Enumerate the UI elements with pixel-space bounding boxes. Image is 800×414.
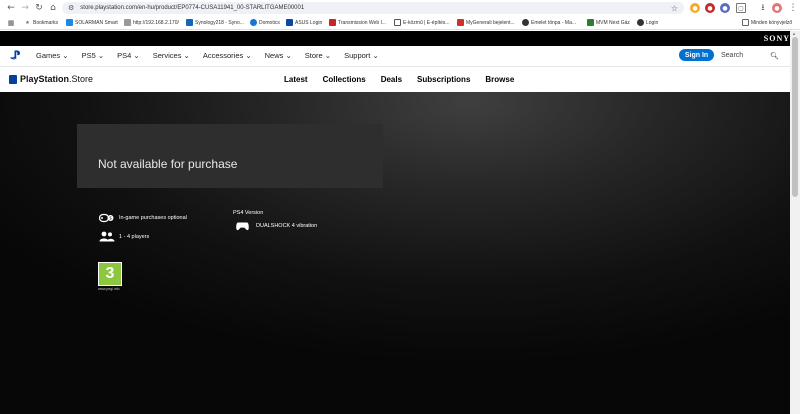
profile-avatar[interactable]: ●	[772, 3, 782, 13]
chevron-down-icon: ⌄	[283, 51, 292, 60]
nav-ps5[interactable]: PS5 ⌄	[82, 51, 105, 60]
bookmark-item[interactable]: ★ Bookmarks	[24, 19, 58, 26]
playstation-logo-icon[interactable]	[10, 50, 22, 60]
apps-grid-icon[interactable]: ▦	[4, 16, 18, 30]
pegi-rating: 3 www.pegi.info	[98, 262, 122, 292]
chevron-down-icon: ⌄	[95, 51, 105, 60]
nav-accessories[interactable]: Accessories ⌄	[203, 51, 252, 60]
download-icon[interactable]: ⭳	[756, 1, 770, 15]
bookmark-favicon	[124, 19, 131, 26]
bookmark-favicon	[394, 19, 401, 26]
search-input[interactable]: Search 🔍︎	[721, 50, 779, 61]
feature-players: 1 - 4 players	[99, 231, 149, 242]
chevron-down-icon: ⌄	[243, 51, 252, 60]
bookmark-item[interactable]: Domotics	[250, 19, 280, 26]
bookmark-item[interactable]: Transmission Web I...	[329, 19, 386, 26]
pegi-rating-badge: 3	[98, 262, 122, 286]
extensions-puzzle-icon[interactable]: ▢	[736, 3, 746, 13]
nav-services[interactable]: Services ⌄	[153, 51, 190, 60]
store-nav: PlayStation .Store Latest Collections Dea…	[0, 66, 790, 92]
in-game-purchases-icon: $	[99, 213, 114, 223]
chevron-down-icon: ⌄	[370, 51, 379, 60]
store-link-subscriptions[interactable]: Subscriptions	[417, 75, 470, 84]
nav-news[interactable]: News ⌄	[265, 51, 292, 60]
store-bag-icon	[9, 74, 17, 84]
svg-text:$: $	[109, 216, 112, 222]
bookmark-star-icon[interactable]: ☆	[671, 4, 678, 13]
menu-kebab-icon[interactable]: ⋮	[786, 1, 800, 15]
url-text: store.playstation.com/en-hu/product/EP07…	[80, 5, 305, 11]
nav-games[interactable]: Games ⌄	[36, 51, 69, 60]
store-link-latest[interactable]: Latest	[284, 75, 308, 84]
sony-logo[interactable]: SONY	[764, 34, 790, 43]
extension-icon[interactable]: ●	[690, 3, 700, 13]
address-bar[interactable]: ⚙ store.playstation.com/en-hu/product/EP…	[62, 2, 684, 14]
bookmark-item[interactable]: MyGenerali bejelent...	[457, 19, 515, 26]
folder-icon	[742, 19, 749, 26]
chevron-down-icon: ⌄	[322, 51, 332, 60]
pegi-site: www.pegi.info	[98, 287, 120, 291]
bookmark-favicon	[457, 19, 464, 26]
extension-icon[interactable]: ●	[720, 3, 730, 13]
store-link-deals[interactable]: Deals	[381, 75, 402, 84]
nav-store[interactable]: Store ⌄	[305, 51, 331, 60]
back-icon[interactable]: ←	[4, 1, 18, 15]
bookmark-favicon	[637, 19, 644, 26]
reload-icon[interactable]: ↻	[32, 1, 46, 15]
feature-dualshock: DUALSHOCK 4 vibration	[236, 221, 317, 231]
bookmark-favicon	[186, 19, 193, 26]
bookmark-favicon	[522, 19, 529, 26]
bookmark-favicon	[286, 19, 293, 26]
other-bookmarks[interactable]: Minden könyvjelző	[742, 19, 792, 26]
nav-ps4[interactable]: PS4 ⌄	[117, 51, 140, 60]
chevron-down-icon: ⌄	[60, 51, 69, 60]
site-info-icon[interactable]: ⚙	[68, 4, 74, 12]
feature-purchases: $ In-game purchases optional	[99, 213, 187, 223]
playstation-store-logo[interactable]: PlayStation .Store	[9, 74, 93, 84]
controller-icon	[236, 222, 249, 231]
store-link-browse[interactable]: Browse	[485, 75, 514, 84]
product-hero: Not available for purchase $ In-game pur…	[0, 92, 790, 414]
bookmark-item[interactable]: http://192.168.2.170/	[124, 19, 179, 26]
forward-icon[interactable]: →	[18, 1, 32, 15]
bookmark-item[interactable]: MVM Next Gáz	[587, 19, 630, 26]
star-icon: ★	[24, 19, 31, 26]
purchase-status-box: Not available for purchase	[77, 124, 383, 188]
search-icon[interactable]: 🔍︎	[770, 52, 779, 60]
scroll-up-arrow-icon[interactable]: ▲	[792, 31, 796, 36]
search-placeholder: Search	[721, 52, 744, 59]
store-links: Latest Collections Deals Subscriptions B…	[284, 75, 514, 84]
chevron-down-icon: ⌄	[181, 51, 190, 60]
ps-main-menu: Games ⌄ PS5 ⌄ PS4 ⌄ Services ⌄ Accessori…	[36, 51, 379, 60]
bookmark-item[interactable]: Emelet tönpa - Ma...	[522, 19, 576, 26]
scrollbar-thumb[interactable]	[792, 37, 798, 197]
nav-support[interactable]: Support ⌄	[344, 51, 379, 60]
page-scrollbar[interactable]: ▲	[790, 31, 800, 414]
chevron-down-icon: ⌄	[131, 51, 140, 60]
bookmark-favicon	[587, 19, 594, 26]
bookmarks-bar: ▦ ★ Bookmarks SOLARMAN Smart http://192.1…	[0, 16, 800, 30]
bookmark-favicon	[250, 19, 257, 26]
store-link-collections[interactable]: Collections	[323, 75, 366, 84]
ps4-version-label: PS4 Version	[233, 210, 264, 216]
bookmark-item[interactable]: SOLARMAN Smart	[66, 19, 118, 26]
sony-bar: SONY	[0, 31, 800, 46]
bookmark-favicon	[329, 19, 336, 26]
browser-toolbar: ← → ↻ ⌂ ⚙ store.playstation.com/en-hu/pr…	[0, 0, 800, 16]
home-icon[interactable]: ⌂	[46, 1, 60, 15]
bookmark-item[interactable]: Synology218 - Syno...	[186, 19, 244, 26]
bookmark-item[interactable]: Login	[637, 19, 658, 26]
bookmark-favicon	[66, 19, 73, 26]
playstation-nav: Games ⌄ PS5 ⌄ PS4 ⌄ Services ⌄ Accessori…	[0, 46, 790, 66]
bookmark-item[interactable]: ASUS Login	[286, 19, 322, 26]
availability-text: Not available for purchase	[98, 157, 238, 171]
bookmark-item[interactable]: E-közmű | E-építés...	[394, 19, 450, 26]
sign-in-button[interactable]: Sign In	[679, 49, 714, 61]
players-icon	[99, 231, 115, 242]
extension-icon[interactable]: ●	[705, 3, 715, 13]
